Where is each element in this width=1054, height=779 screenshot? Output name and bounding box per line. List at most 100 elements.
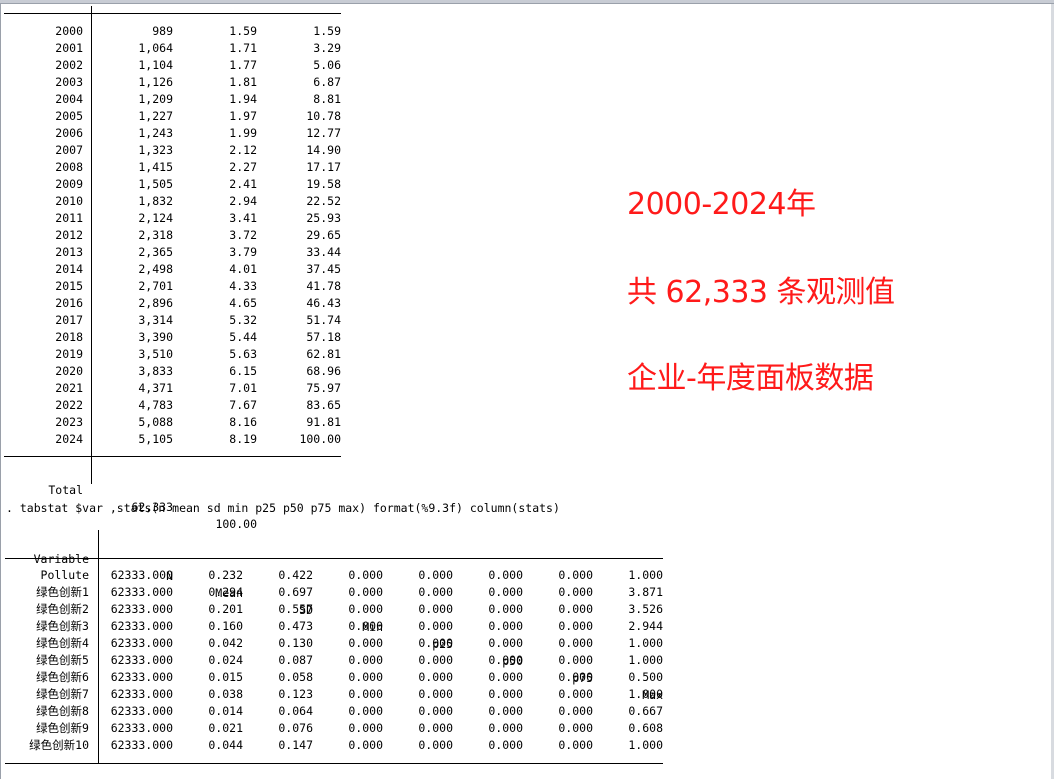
- cell-year: 2018: [55, 330, 83, 344]
- cell-max: 0.608: [628, 721, 663, 735]
- table-row: 绿色创新8 62333.000 0.014 0.064 0.000 0.000 0.000 0…: [0, 703, 670, 720]
- cell-n: 62333.000: [110, 619, 173, 633]
- cell-p50: 0.000: [488, 687, 523, 701]
- cell-cum: 6.87: [313, 75, 341, 89]
- table-row: 2006 1,243 1.99 12.77: [0, 125, 345, 142]
- cell-percent: 2.12: [229, 143, 257, 157]
- cell-cum: 8.81: [313, 92, 341, 106]
- cell-sd: 0.473: [278, 619, 313, 633]
- cell-p75: 0.000: [558, 738, 593, 752]
- cell-p75: 0.000: [558, 653, 593, 667]
- table-row: 绿色创新2 62333.000 0.201 0.557 0.000 0.000 0.000 0…: [0, 601, 670, 618]
- cell-year: 2009: [55, 177, 83, 191]
- cell-sd: 0.697: [278, 585, 313, 599]
- cell-p50: 0.000: [488, 738, 523, 752]
- cell-p25: 0.000: [418, 619, 453, 633]
- cell-year: 2014: [55, 262, 83, 276]
- cell-cum: 29.65: [306, 228, 341, 242]
- cell-mean: 0.232: [208, 568, 243, 582]
- cell-variable: 绿色创新6: [36, 670, 89, 684]
- cell-p75: 0.000: [558, 721, 593, 735]
- cell-percent: 1.59: [229, 24, 257, 38]
- summary-header-row: Variable N Mean SD Min p25 p50 p75 Max: [0, 534, 670, 702]
- cell-freq: 1,209: [138, 92, 173, 106]
- table-row: 绿色创新10 62333.000 0.044 0.147 0.000 0.000 0.000…: [0, 737, 670, 754]
- cell-freq: 2,701: [138, 279, 173, 293]
- cell-freq: 3,390: [138, 330, 173, 344]
- cell-cum: 3.29: [313, 41, 341, 55]
- cell-min: 0.000: [348, 687, 383, 701]
- cell-min: 0.000: [348, 568, 383, 582]
- cell-p25: 0.000: [418, 653, 453, 667]
- cell-cum: 83.65: [306, 398, 341, 412]
- cell-sd: 0.557: [278, 602, 313, 616]
- cell-n: 62333.000: [110, 670, 173, 684]
- cell-year: 2010: [55, 194, 83, 208]
- cell-year: 2000: [55, 24, 83, 38]
- cell-n: 62333.000: [110, 585, 173, 599]
- cell-percent: 5.63: [229, 347, 257, 361]
- cell-year: 2001: [55, 41, 83, 55]
- cell-p75: 0.000: [558, 619, 593, 633]
- cell-max: 1.000: [628, 636, 663, 650]
- cell-year: 2020: [55, 364, 83, 378]
- cell-cum: 37.45: [306, 262, 341, 276]
- frequency-total-row: Total 62,333 100.00: [0, 465, 345, 531]
- cell-sd: 0.076: [278, 721, 313, 735]
- cell-variable: 绿色创新1: [36, 585, 89, 599]
- cell-cum: 57.18: [306, 330, 341, 344]
- cell-cum: 46.43: [306, 296, 341, 310]
- table-row: 2000 989 1.59 1.59: [0, 23, 345, 40]
- cell-max: 2.944: [628, 619, 663, 633]
- cell-p50: 0.000: [488, 568, 523, 582]
- cell-p25: 0.000: [418, 687, 453, 701]
- cell-freq: 5,105: [138, 432, 173, 446]
- cell-p75: 0.000: [558, 636, 593, 650]
- table-row: 2007 1,323 2.12 14.90: [0, 142, 345, 159]
- cell-freq: 2,896: [138, 296, 173, 310]
- cell-min: 0.000: [348, 721, 383, 735]
- cell-year: 2005: [55, 109, 83, 123]
- cell-sd: 0.064: [278, 704, 313, 718]
- cell-p25: 0.000: [418, 602, 453, 616]
- table-row: 2023 5,088 8.16 91.81: [0, 414, 345, 431]
- cell-year: 2016: [55, 296, 83, 310]
- cell-cum: 5.06: [313, 58, 341, 72]
- cell-mean: 0.044: [208, 738, 243, 752]
- table-row: 2012 2,318 3.72 29.65: [0, 227, 345, 244]
- cell-percent: 3.72: [229, 228, 257, 242]
- cell-freq: 2,318: [138, 228, 173, 242]
- cell-year: 2011: [55, 211, 83, 225]
- cell-p50: 0.000: [488, 721, 523, 735]
- table-row: 2014 2,498 4.01 37.45: [0, 261, 345, 278]
- table-row: 2005 1,227 1.97 10.78: [0, 108, 345, 125]
- cell-percent: 6.15: [229, 364, 257, 378]
- cell-mean: 0.042: [208, 636, 243, 650]
- cell-freq: 2,124: [138, 211, 173, 225]
- cell-freq: 3,314: [138, 313, 173, 327]
- cell-sd: 0.058: [278, 670, 313, 684]
- cell-freq: 1,126: [138, 75, 173, 89]
- cell-p25: 0.000: [418, 704, 453, 718]
- cell-p25: 0.000: [418, 568, 453, 582]
- table-row: 2003 1,126 1.81 6.87: [0, 74, 345, 91]
- cell-cum: 1.59: [313, 24, 341, 38]
- cell-cum: 41.78: [306, 279, 341, 293]
- table-row: 2015 2,701 4.33 41.78: [0, 278, 345, 295]
- cell-p25: 0.000: [418, 721, 453, 735]
- cell-percent: 4.65: [229, 296, 257, 310]
- cell-percent: 1.81: [229, 75, 257, 89]
- cell-percent: 1.99: [229, 126, 257, 140]
- table-row: 2024 5,105 8.19 100.00: [0, 431, 345, 448]
- cell-p50: 0.000: [488, 704, 523, 718]
- table-row: 绿色创新4 62333.000 0.042 0.130 0.000 0.000 0.000 0…: [0, 635, 670, 652]
- cell-year: 2006: [55, 126, 83, 140]
- cell-percent: 5.32: [229, 313, 257, 327]
- annotation-observations: 共 62,333 条观测值: [627, 275, 895, 310]
- cell-p25: 0.000: [418, 585, 453, 599]
- cell-freq: 3,510: [138, 347, 173, 361]
- cell-percent: 3.41: [229, 211, 257, 225]
- cell-percent: 2.94: [229, 194, 257, 208]
- cell-cum: 91.81: [306, 415, 341, 429]
- table-row: 2021 4,371 7.01 75.97: [0, 380, 345, 397]
